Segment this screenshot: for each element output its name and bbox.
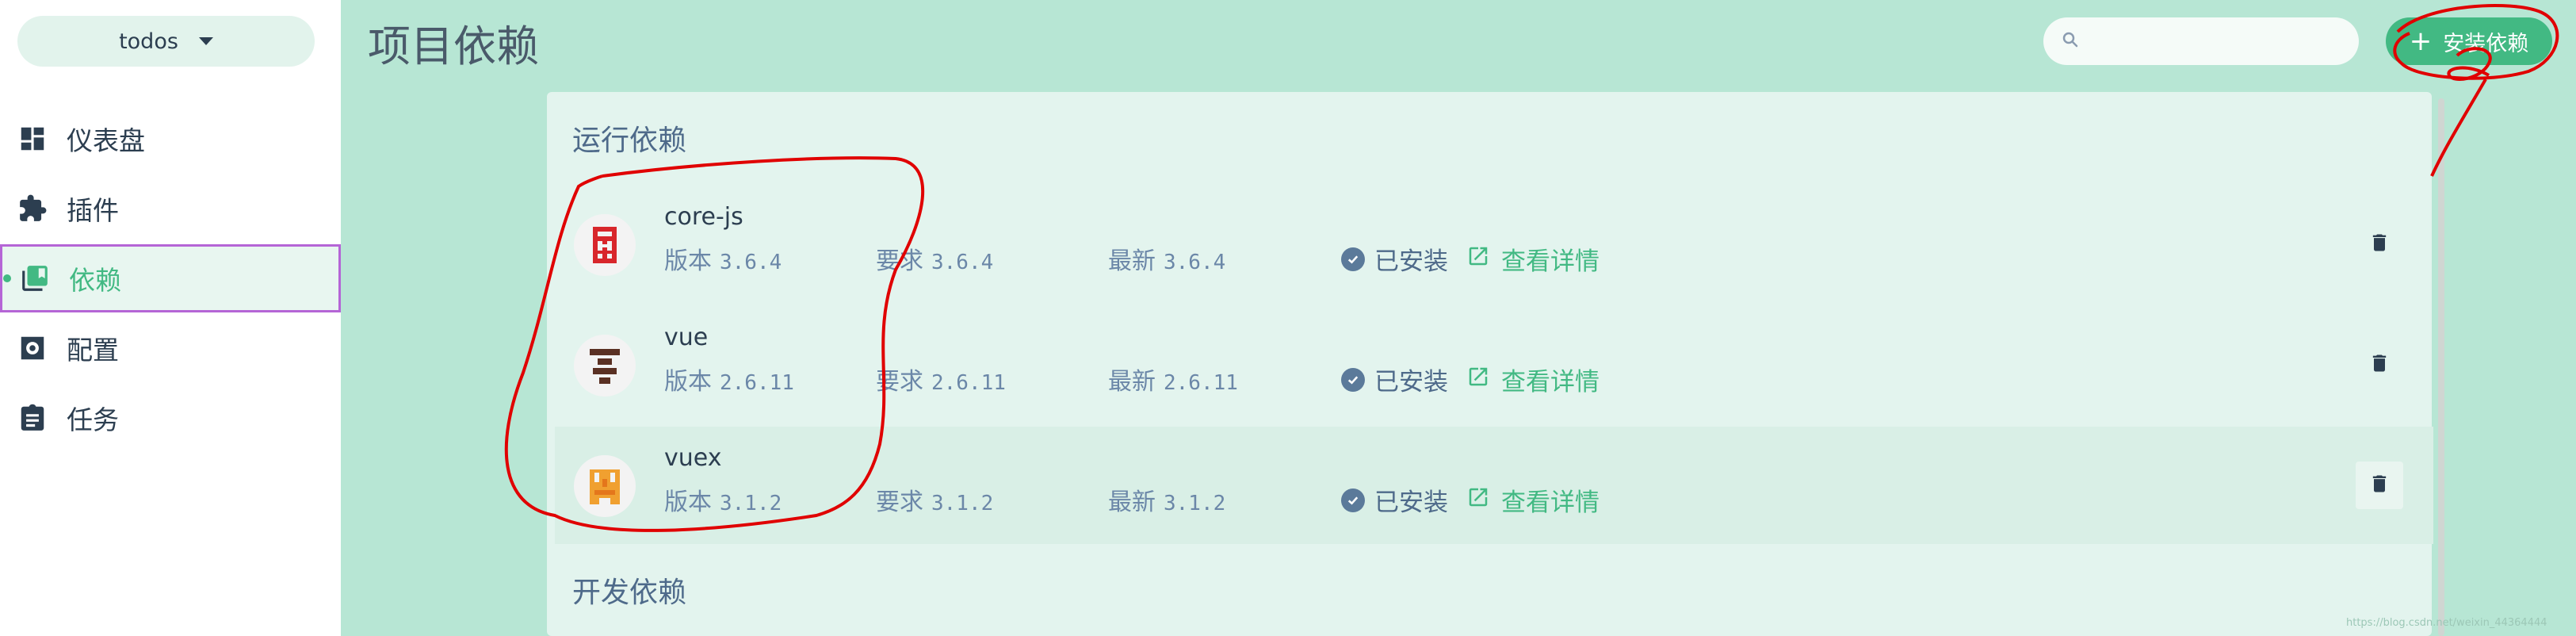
install-dependency-button[interactable]: + 安装依赖 bbox=[2386, 17, 2552, 65]
dashboard-icon bbox=[17, 124, 48, 154]
sidebar-item-label: 任务 bbox=[67, 404, 119, 435]
sidebar-item-label: 依赖 bbox=[69, 265, 121, 296]
section-title-dev: 开发依赖 bbox=[572, 577, 687, 609]
sidebar-item-configuration[interactable]: 配置 bbox=[0, 314, 341, 382]
search-box[interactable] bbox=[2043, 17, 2359, 65]
project-name: todos bbox=[119, 29, 178, 54]
installed-status: 已安装 bbox=[1341, 482, 1448, 518]
dependency-row[interactable]: core-js 版本 3.6.4 要求 3.6.4 最新 3.6.4 已安装 查看详情 bbox=[555, 186, 2433, 303]
required-version: 要求 3.6.4 bbox=[876, 247, 994, 275]
check-circle-icon bbox=[1341, 488, 1365, 512]
section-title-runtime: 运行依赖 bbox=[572, 125, 687, 157]
scrollbar[interactable] bbox=[2438, 98, 2444, 636]
dependency-row[interactable]: vue 版本 2.6.11 要求 2.6.11 最新 2.6.11 已安装 查看详情 bbox=[555, 306, 2433, 423]
required-version: 要求 3.1.2 bbox=[876, 488, 994, 516]
search-input[interactable] bbox=[2089, 28, 2346, 55]
view-details-link[interactable]: 查看详情 bbox=[1466, 362, 1599, 397]
view-details-link[interactable]: 查看详情 bbox=[1466, 241, 1599, 277]
core-js-logo-icon bbox=[574, 214, 636, 276]
delete-button[interactable] bbox=[2356, 220, 2403, 268]
puzzle-icon bbox=[17, 193, 48, 224]
installed-version: 版本 2.6.11 bbox=[664, 368, 794, 396]
latest-version: 最新 2.6.11 bbox=[1108, 368, 1238, 396]
sidebar-item-plugins[interactable]: 插件 bbox=[0, 174, 341, 243]
sidebar: todos 仪表盘 插件 依赖 配置 任务 bbox=[0, 0, 341, 636]
dependency-row[interactable]: vuex 版本 3.1.2 要求 3.1.2 最新 3.1.2 已安装 查看详情 bbox=[555, 427, 2433, 544]
sidebar-item-label: 仪表盘 bbox=[67, 125, 145, 156]
active-indicator bbox=[3, 274, 11, 282]
open-in-new-icon bbox=[1466, 485, 1490, 515]
vue-logo-icon bbox=[574, 335, 636, 397]
sidebar-item-dependencies[interactable]: 依赖 bbox=[0, 244, 341, 312]
delete-button[interactable] bbox=[2356, 462, 2403, 509]
installed-status: 已安装 bbox=[1341, 362, 1448, 397]
latest-version: 最新 3.6.4 bbox=[1108, 247, 1226, 275]
sidebar-item-tasks[interactable]: 任务 bbox=[0, 384, 341, 452]
delete-button[interactable] bbox=[2356, 341, 2403, 389]
open-in-new-icon bbox=[1466, 365, 1490, 395]
trash-icon bbox=[2368, 352, 2391, 377]
trash-icon bbox=[2368, 473, 2391, 498]
plus-icon: + bbox=[2409, 25, 2433, 57]
installed-status: 已安装 bbox=[1341, 241, 1448, 277]
installed-version: 版本 3.6.4 bbox=[664, 247, 782, 275]
installed-version: 版本 3.1.2 bbox=[664, 488, 782, 516]
library-icon bbox=[20, 263, 50, 293]
caret-down-icon bbox=[198, 37, 213, 45]
trash-icon bbox=[2368, 232, 2391, 257]
view-details-link[interactable]: 查看详情 bbox=[1466, 482, 1599, 518]
vuex-logo-icon bbox=[574, 455, 636, 517]
settings-icon bbox=[17, 333, 48, 363]
dependency-name: core-js bbox=[664, 203, 743, 231]
sidebar-item-label: 插件 bbox=[67, 195, 119, 226]
open-in-new-icon bbox=[1466, 244, 1490, 274]
sidebar-item-label: 配置 bbox=[67, 335, 119, 366]
project-selector[interactable]: todos bbox=[17, 16, 315, 67]
check-circle-icon bbox=[1341, 367, 1365, 392]
install-dependency-label: 安装依赖 bbox=[2443, 31, 2529, 56]
search-icon bbox=[2061, 30, 2080, 52]
watermark: https://blog.csdn.net/weixin_44364444 bbox=[2346, 617, 2547, 629]
sidebar-item-dashboard[interactable]: 仪表盘 bbox=[0, 105, 341, 173]
check-circle-icon bbox=[1341, 247, 1365, 271]
clipboard-icon bbox=[17, 403, 48, 433]
dependency-name: vuex bbox=[664, 444, 722, 472]
dependency-name: vue bbox=[664, 324, 709, 351]
page-title: 项目依赖 bbox=[368, 21, 539, 71]
required-version: 要求 2.6.11 bbox=[876, 368, 1006, 396]
latest-version: 最新 3.1.2 bbox=[1108, 488, 1226, 516]
